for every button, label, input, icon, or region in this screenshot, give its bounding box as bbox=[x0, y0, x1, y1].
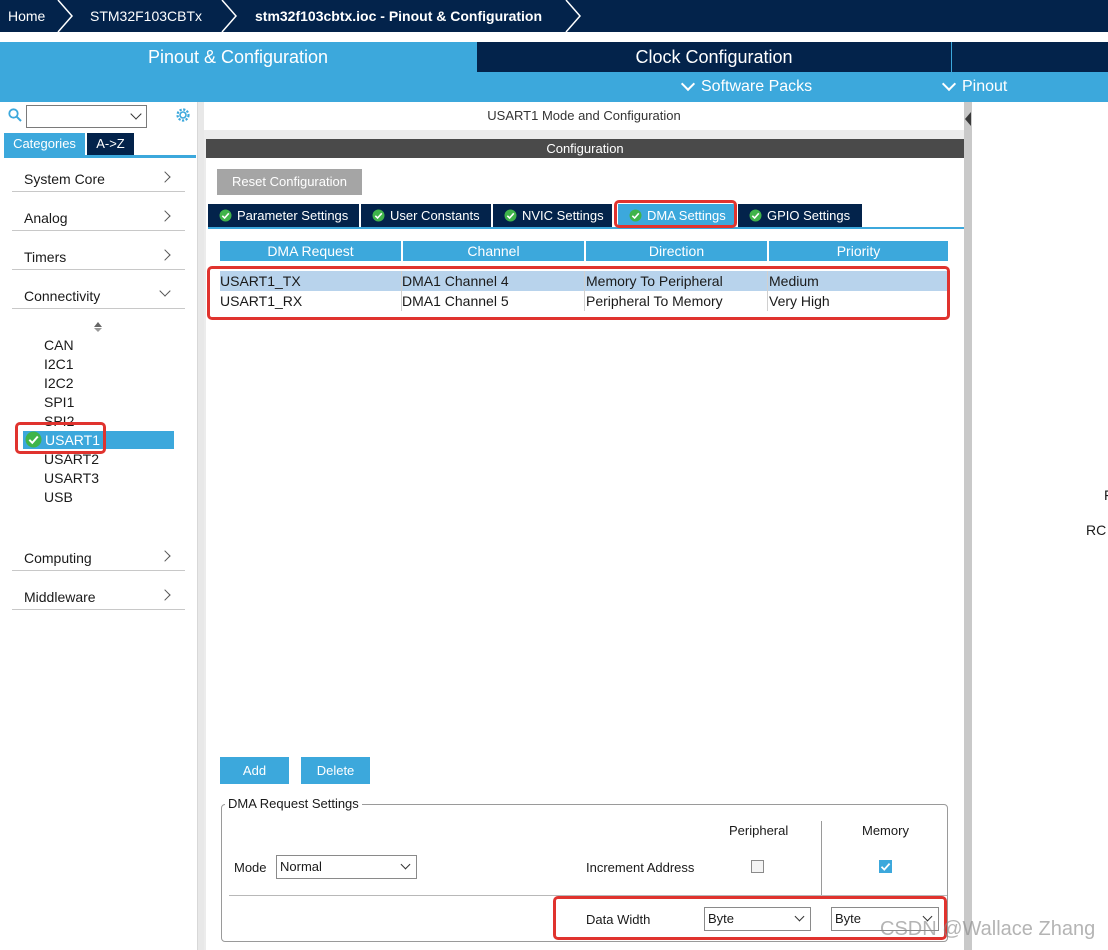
chevron-right-icon bbox=[159, 171, 171, 183]
reset-configuration-button[interactable]: Reset Configuration bbox=[217, 169, 362, 195]
highlight-box bbox=[207, 266, 950, 320]
chevron-down-icon bbox=[400, 859, 411, 870]
tab-label: Parameter Settings bbox=[237, 208, 349, 223]
list-item-usb[interactable]: USB bbox=[44, 488, 73, 507]
breadcrumb-separator-icon bbox=[220, 0, 238, 32]
search-input[interactable] bbox=[26, 105, 147, 128]
breadcrumb-separator-icon bbox=[564, 0, 582, 32]
chevron-right-icon bbox=[159, 249, 171, 261]
column-header-direction[interactable]: Direction bbox=[586, 241, 767, 261]
mode-label: Mode bbox=[234, 860, 267, 875]
page-title: USART1 Mode and Configuration bbox=[204, 102, 964, 130]
list-item-can[interactable]: CAN bbox=[44, 336, 74, 355]
category-label: Connectivity bbox=[24, 288, 101, 304]
software-packs-menu[interactable]: Software Packs bbox=[680, 72, 813, 102]
chevron-down-icon bbox=[941, 76, 957, 92]
highlight-box bbox=[614, 200, 737, 228]
category-computing[interactable]: Computing bbox=[12, 532, 185, 571]
check-icon bbox=[880, 863, 891, 871]
chevron-down-icon bbox=[680, 76, 696, 92]
pin-label: RC bbox=[1086, 522, 1107, 538]
category-label: Middleware bbox=[24, 589, 96, 605]
category-system-core[interactable]: System Core bbox=[12, 153, 185, 192]
mode-select-value: Normal bbox=[280, 859, 322, 874]
tab-label: GPIO Settings bbox=[767, 208, 851, 223]
column-header-dma-request[interactable]: DMA Request bbox=[220, 241, 401, 261]
chevron-down-icon bbox=[159, 285, 171, 297]
tab-label: User Constants bbox=[390, 208, 480, 223]
breadcrumb-separator-icon bbox=[56, 0, 74, 32]
pinout-menu[interactable]: Pinout bbox=[941, 72, 1008, 102]
highlight-box bbox=[15, 422, 106, 454]
category-analog[interactable]: Analog bbox=[12, 192, 185, 231]
increment-peripheral-checkbox[interactable] bbox=[751, 860, 764, 873]
delete-button[interactable]: Delete bbox=[301, 757, 370, 784]
tab-a-z[interactable]: A->Z bbox=[87, 133, 134, 155]
check-circle-icon bbox=[219, 209, 232, 222]
top-tabs: Pinout & Configuration Clock Configurati… bbox=[0, 42, 1108, 102]
software-packs-label: Software Packs bbox=[701, 78, 813, 95]
search-icon[interactable] bbox=[8, 108, 22, 122]
category-connectivity[interactable]: Connectivity bbox=[12, 270, 185, 309]
tab-parameter-settings[interactable]: Parameter Settings bbox=[208, 204, 359, 227]
scroll-up-icon[interactable] bbox=[94, 322, 102, 327]
tab-clock-configuration[interactable]: Clock Configuration bbox=[477, 42, 951, 72]
tab-strip-filler bbox=[952, 42, 1108, 72]
chevron-right-icon bbox=[159, 550, 171, 562]
tab-label: NVIC Settings bbox=[522, 208, 604, 223]
collapse-arrow-icon[interactable] bbox=[965, 112, 971, 126]
mode-configuration-panel: USART1 Mode and Configuration Configurat… bbox=[204, 102, 964, 950]
watermark: CSDN @Wallace Zhang bbox=[880, 918, 1096, 940]
panel-divider[interactable] bbox=[964, 102, 972, 950]
peripheral-column-label: Peripheral bbox=[729, 823, 789, 838]
breadcrumb-home[interactable]: Home bbox=[8, 0, 45, 32]
check-circle-icon bbox=[504, 209, 517, 222]
chevron-right-icon bbox=[159, 589, 171, 601]
tab-gpio-settings[interactable]: GPIO Settings bbox=[738, 204, 862, 227]
group-legend: DMA Request Settings bbox=[225, 796, 362, 811]
increment-memory-checkbox[interactable] bbox=[879, 860, 892, 873]
pinout-menu-label: Pinout bbox=[962, 78, 1008, 95]
breadcrumb-bar: Home STM32F103CBTx stm32f103cbtx.ioc - P… bbox=[0, 0, 1108, 32]
column-divider bbox=[821, 821, 822, 896]
tab-pinout-configuration[interactable]: Pinout & Configuration bbox=[0, 42, 476, 72]
category-label: Timers bbox=[24, 249, 67, 265]
increment-address-label: Increment Address bbox=[586, 860, 695, 875]
column-header-priority[interactable]: Priority bbox=[769, 241, 948, 261]
pinout-view: F RC bbox=[972, 102, 1108, 950]
tab-nvic-settings[interactable]: NVIC Settings bbox=[493, 204, 612, 227]
list-item-spi1[interactable]: SPI1 bbox=[44, 393, 74, 412]
category-label: Computing bbox=[24, 550, 92, 566]
breadcrumb-file[interactable]: stm32f103cbtx.ioc - Pinout & Configurati… bbox=[255, 0, 542, 32]
gear-icon[interactable] bbox=[174, 106, 192, 124]
check-circle-icon bbox=[749, 209, 762, 222]
list-item-usart3[interactable]: USART3 bbox=[44, 469, 99, 488]
mode-select[interactable]: Normal bbox=[276, 855, 417, 879]
check-circle-icon bbox=[372, 209, 385, 222]
tab-underline bbox=[208, 227, 964, 229]
list-item-i2c2[interactable]: I2C2 bbox=[44, 374, 74, 393]
column-header-channel[interactable]: Channel bbox=[403, 241, 584, 261]
category-timers[interactable]: Timers bbox=[12, 231, 185, 270]
pin-label: F bbox=[1104, 487, 1108, 503]
category-label: Analog bbox=[24, 210, 68, 226]
configuration-header: Configuration bbox=[206, 139, 964, 158]
breadcrumb-device[interactable]: STM32F103CBTx bbox=[90, 0, 202, 32]
category-label: System Core bbox=[24, 171, 105, 187]
scroll-down-icon[interactable] bbox=[94, 328, 102, 332]
tab-categories[interactable]: Categories bbox=[4, 133, 85, 155]
category-middleware[interactable]: Middleware bbox=[12, 571, 185, 610]
list-item-i2c1[interactable]: I2C1 bbox=[44, 355, 74, 374]
chevron-right-icon bbox=[159, 210, 171, 222]
memory-column-label: Memory bbox=[862, 823, 909, 838]
add-button[interactable]: Add bbox=[220, 757, 289, 784]
tab-user-constants[interactable]: User Constants bbox=[361, 204, 491, 227]
